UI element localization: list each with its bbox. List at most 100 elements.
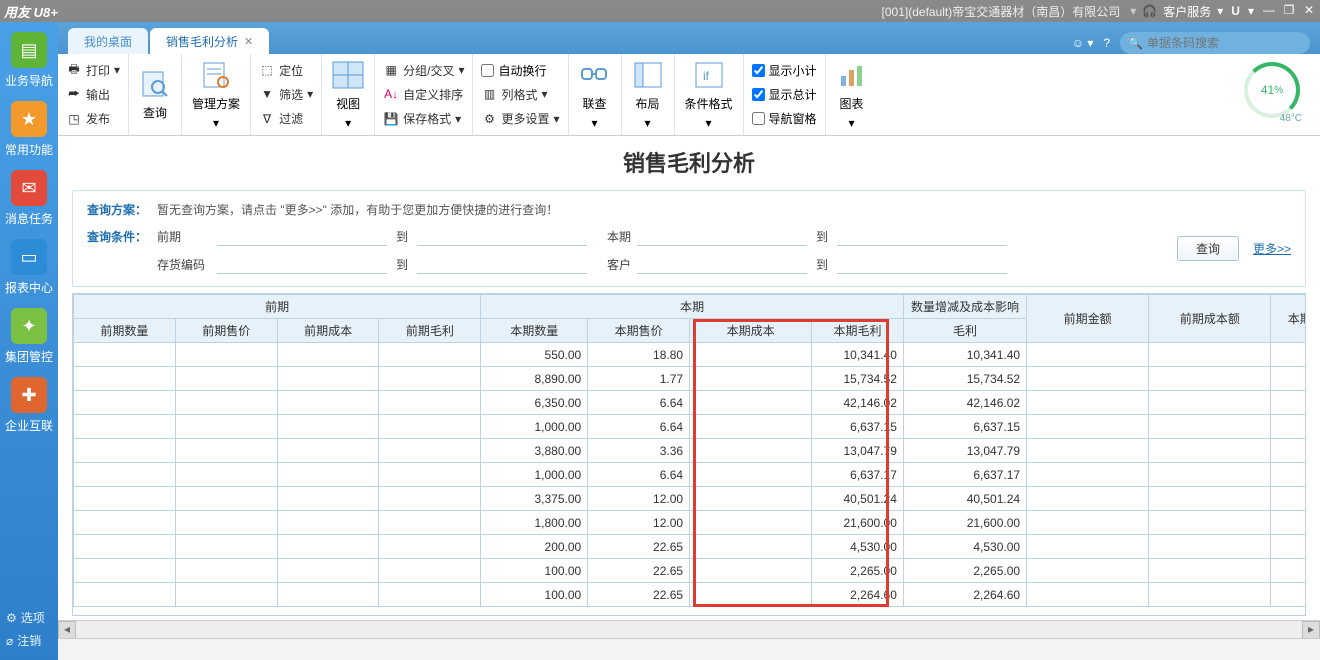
scheme-icon	[200, 59, 232, 91]
nav-reports[interactable]: ▭报表中心	[4, 239, 54, 296]
column-icon: ▥	[481, 86, 497, 102]
query-button[interactable]: 查询	[129, 54, 182, 135]
maximize-icon[interactable]: ❐	[1282, 4, 1296, 18]
showsub-check[interactable]: 显示小计	[752, 61, 817, 80]
filter-icon: ▼	[259, 86, 275, 102]
close-icon[interactable]: ✕	[1302, 4, 1316, 18]
barcode-search[interactable]: 🔍	[1120, 32, 1310, 54]
savefmt-button[interactable]: 💾保存格式 ▾	[383, 109, 464, 128]
minimize-icon[interactable]: —	[1262, 4, 1276, 18]
filter-button[interactable]: ▼筛选 ▾	[259, 85, 313, 104]
scheme-button[interactable]: 管理方案 ▾	[182, 54, 251, 135]
publish-icon: ◳	[66, 111, 82, 127]
print-icon: 🖶	[66, 62, 82, 78]
report-title: 销售毛利分析	[58, 136, 1320, 186]
group-icon: ▦	[383, 62, 399, 78]
cust-from-input[interactable]	[637, 254, 807, 274]
company-name[interactable]: [001](default)帝宝交通器材（南昌）有限公司	[882, 3, 1121, 20]
chart-button[interactable]: 图表 ▾	[826, 54, 878, 135]
save-icon: 💾	[383, 111, 399, 127]
moreset-button[interactable]: ⚙更多设置 ▾	[481, 109, 559, 128]
sort-icon: A↓	[383, 86, 399, 102]
locate-icon: ⬚	[259, 62, 275, 78]
invcode-from-input[interactable]	[217, 254, 387, 274]
nav-enterprise[interactable]: ✚企业互联	[4, 377, 54, 434]
curr-to-input[interactable]	[837, 226, 1007, 246]
view-icon	[332, 59, 364, 91]
cust-to-input[interactable]	[837, 254, 1007, 274]
layout-icon	[632, 59, 664, 91]
table-row[interactable]: 1,000.006.646,637.176,637.176,6	[74, 463, 1307, 487]
table-row[interactable]: 200.0022.654,530.004,530.004,	[74, 535, 1307, 559]
prev-from-input[interactable]	[217, 226, 387, 246]
print-button[interactable]: 🖶打印 ▾	[66, 61, 120, 80]
group-button[interactable]: ▦分组/交叉 ▾	[383, 61, 464, 80]
link-button[interactable]: 联查 ▾	[569, 54, 622, 135]
nav-logout[interactable]: ⌀注销	[0, 629, 58, 652]
tab-bar: 我的桌面 销售毛利分析 ✕ ☺ ▾ ? 🔍	[58, 22, 1320, 54]
col-group-chg: 数量增减及成本影响	[903, 295, 1026, 319]
layout-button[interactable]: 布局 ▾	[622, 54, 675, 135]
tab-close-icon[interactable]: ✕	[244, 35, 253, 48]
col-curr-amt: 本期金额	[1271, 295, 1306, 343]
customsort-button[interactable]: A↓自定义排序	[383, 85, 464, 104]
scroll-left-icon[interactable]: ◂	[58, 621, 76, 639]
publish-button[interactable]: ◳发布	[66, 109, 120, 128]
output-button[interactable]: ⮫输出	[66, 85, 120, 104]
filter-panel: 查询方案： 暂无查询方案，请点击 "更多>>" 添加，有助于您更加方便快捷的进行…	[72, 190, 1306, 287]
condfmt-button[interactable]: if条件格式 ▾	[675, 54, 744, 135]
u-icon[interactable]: U	[1231, 4, 1240, 18]
barcode-input[interactable]	[1147, 36, 1302, 50]
nav-business[interactable]: ▤业务导航	[4, 32, 54, 89]
table-row[interactable]: 6,350.006.6442,146.0242,146.0242,	[74, 391, 1307, 415]
query-btn[interactable]: 查询	[1177, 236, 1239, 261]
headset-icon: 🎧	[1142, 4, 1157, 18]
gear-icon: ⚙	[481, 111, 497, 127]
nav-options[interactable]: ⚙选项	[0, 606, 58, 629]
table-row[interactable]: 550.0018.8010,341.4010,341.4010,	[74, 343, 1307, 367]
more-link[interactable]: 更多>>	[1253, 240, 1291, 257]
table-row[interactable]: 1,800.0012.0021,600.0021,600.0021,6	[74, 511, 1307, 535]
svg-text:if: if	[703, 69, 710, 83]
table-row[interactable]: 100.0022.652,264.602,264.602,	[74, 583, 1307, 607]
help-icon[interactable]: ?	[1103, 36, 1110, 50]
curr-from-input[interactable]	[637, 226, 807, 246]
app-logo: 用友 U8+	[4, 2, 58, 21]
h-scrollbar[interactable]: ◂ ▸	[58, 620, 1320, 638]
scheme-label: 查询方案：	[87, 201, 157, 218]
colfmt-button[interactable]: ▥列格式 ▾	[481, 85, 559, 104]
nav-group[interactable]: ✦集团管控	[4, 308, 54, 365]
condfmt-icon: if	[693, 59, 725, 91]
navpane-check[interactable]: 导航窗格	[752, 109, 817, 128]
status-bar	[58, 638, 1320, 660]
title-bar: 用友 U8+ [001](default)帝宝交通器材（南昌）有限公司 ▾ 🎧 …	[0, 0, 1320, 22]
smile-icon[interactable]: ☺ ▾	[1072, 36, 1094, 50]
invcode-to-input[interactable]	[417, 254, 587, 274]
data-grid: 前期 本期 数量增减及成本影响 前期金额 前期成本额 本期金额 前期数量 前期售…	[72, 293, 1306, 616]
left-nav: ▤业务导航 ★常用功能 ✉消息任务 ▭报表中心 ✦集团管控 ✚企业互联 ⚙选项 …	[0, 22, 58, 660]
locate-button[interactable]: ⬚定位	[259, 61, 313, 80]
col-group-prev: 前期	[74, 295, 481, 319]
table-row[interactable]: 1,000.006.646,637.156,637.156,6	[74, 415, 1307, 439]
col-prev-costamt: 前期成本额	[1149, 295, 1271, 343]
scroll-right-icon[interactable]: ▸	[1302, 621, 1320, 639]
autowrap-check[interactable]: 自动换行	[481, 61, 559, 80]
showtot-check[interactable]: 显示总计	[752, 85, 817, 104]
prev-to-input[interactable]	[417, 226, 587, 246]
tab-sales-gross[interactable]: 销售毛利分析 ✕	[150, 28, 269, 54]
nav-messages[interactable]: ✉消息任务	[4, 170, 54, 227]
filter2-button[interactable]: ∇过滤	[259, 109, 313, 128]
table-row[interactable]: 100.0022.652,265.002,265.002,	[74, 559, 1307, 583]
window-controls: — ❐ ✕	[1262, 4, 1316, 18]
funnel-icon: ∇	[259, 111, 275, 127]
customer-service[interactable]: 🎧 客户服务 ▾	[1142, 3, 1223, 20]
table-row[interactable]: 8,890.001.7715,734.5215,734.5215,	[74, 367, 1307, 391]
nav-favorites[interactable]: ★常用功能	[4, 101, 54, 158]
table-row[interactable]: 3,880.003.3613,047.7913,047.7913,0	[74, 439, 1307, 463]
tab-desktop[interactable]: 我的桌面	[68, 28, 148, 54]
table-row[interactable]: 3,375.0012.0040,501.2440,501.2440,	[74, 487, 1307, 511]
ribbon: 🖶打印 ▾ ⮫输出 ◳发布 查询 管理方案 ▾ ⬚定位 ▼筛选 ▾ ∇过滤 视图…	[58, 54, 1320, 136]
perf-gauge: 41% 48°C	[1244, 62, 1308, 126]
query-icon	[139, 68, 171, 100]
view-button[interactable]: 视图 ▾	[322, 54, 375, 135]
